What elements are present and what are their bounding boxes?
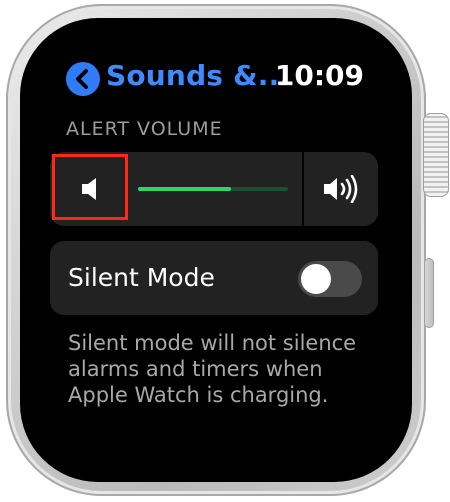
silent-mode-toggle[interactable]	[298, 261, 362, 297]
section-label-alert-volume: ALERT VOLUME	[66, 118, 223, 140]
back-title[interactable]: Sounds &...	[106, 59, 290, 92]
volume-slider-fill	[138, 187, 231, 191]
silent-mode-footnote: Silent mode will not silence alarms and …	[68, 331, 357, 407]
side-button[interactable]	[424, 258, 434, 328]
speaker-low-icon	[82, 178, 96, 200]
volume-down-button[interactable]	[50, 152, 134, 226]
digital-crown[interactable]	[423, 113, 449, 197]
silent-mode-label: Silent Mode	[68, 263, 215, 292]
volume-up-button[interactable]	[304, 152, 378, 226]
volume-slider[interactable]	[138, 187, 288, 191]
watch-stage: Sounds &... 10:09 ALERT VOLUME Silent Mo…	[0, 0, 450, 502]
speaker-high-icon	[324, 175, 358, 203]
back-button[interactable]	[66, 62, 100, 96]
header: Sounds &... 10:09	[44, 46, 374, 102]
clock-time: 10:09	[274, 59, 364, 92]
chevron-left-icon	[76, 69, 88, 89]
alert-volume-control	[50, 152, 378, 226]
silent-mode-row[interactable]: Silent Mode	[50, 241, 378, 315]
silent-mode-toggle-knob	[301, 264, 331, 294]
